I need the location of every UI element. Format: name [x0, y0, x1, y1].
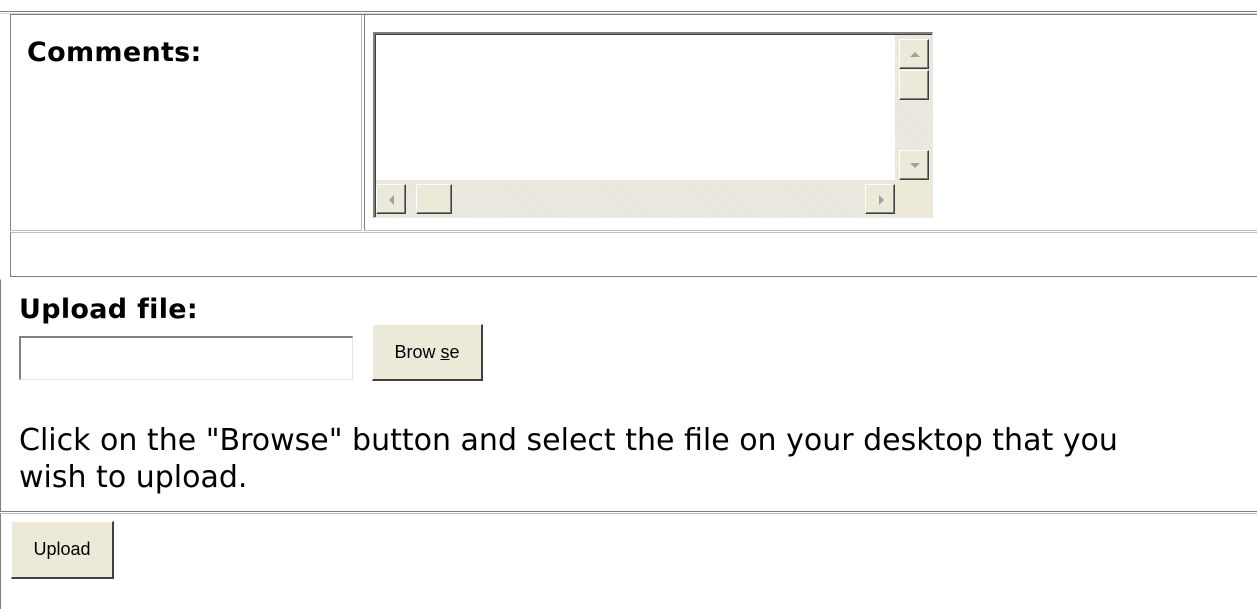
upload-row: Upload file: Brow se Click on the "Brows… [0, 279, 1257, 512]
arrow-right-icon [879, 195, 884, 205]
vertical-scroll-thumb[interactable] [899, 70, 929, 100]
scroll-down-button[interactable] [899, 150, 929, 180]
vertical-scrollbar[interactable] [895, 35, 932, 180]
comments-textarea-inner[interactable] [375, 34, 932, 217]
scroll-right-button[interactable] [865, 184, 895, 214]
arrow-left-icon [389, 195, 394, 205]
table-top-border [0, 0, 1257, 14]
arrow-up-icon [910, 52, 920, 57]
comments-textarea[interactable] [373, 32, 933, 218]
scroll-left-button[interactable] [376, 184, 406, 214]
comments-label-cell: Comments: [11, 15, 362, 231]
comments-row: Comments: [10, 14, 1257, 231]
scrollbar-corner [895, 180, 932, 217]
upload-help-text: Click on the "Browse" button and select … [19, 423, 1118, 495]
comments-field-cell [364, 15, 1257, 231]
browse-button[interactable]: Brow se [372, 324, 483, 381]
spacer-row [10, 232, 1257, 277]
horizontal-scroll-thumb[interactable] [416, 184, 452, 214]
browse-button-label: Brow se [394, 342, 460, 362]
file-path-input[interactable] [19, 336, 353, 380]
upload-button[interactable]: Upload [11, 521, 114, 579]
browse-access-key: s [440, 342, 450, 362]
horizontal-scrollbar[interactable] [376, 180, 895, 217]
arrow-down-icon [910, 163, 920, 168]
comments-label: Comments: [27, 37, 202, 68]
scroll-up-button[interactable] [899, 39, 929, 69]
submit-row: Upload [0, 513, 1257, 609]
upload-file-label: Upload file: [19, 294, 198, 325]
